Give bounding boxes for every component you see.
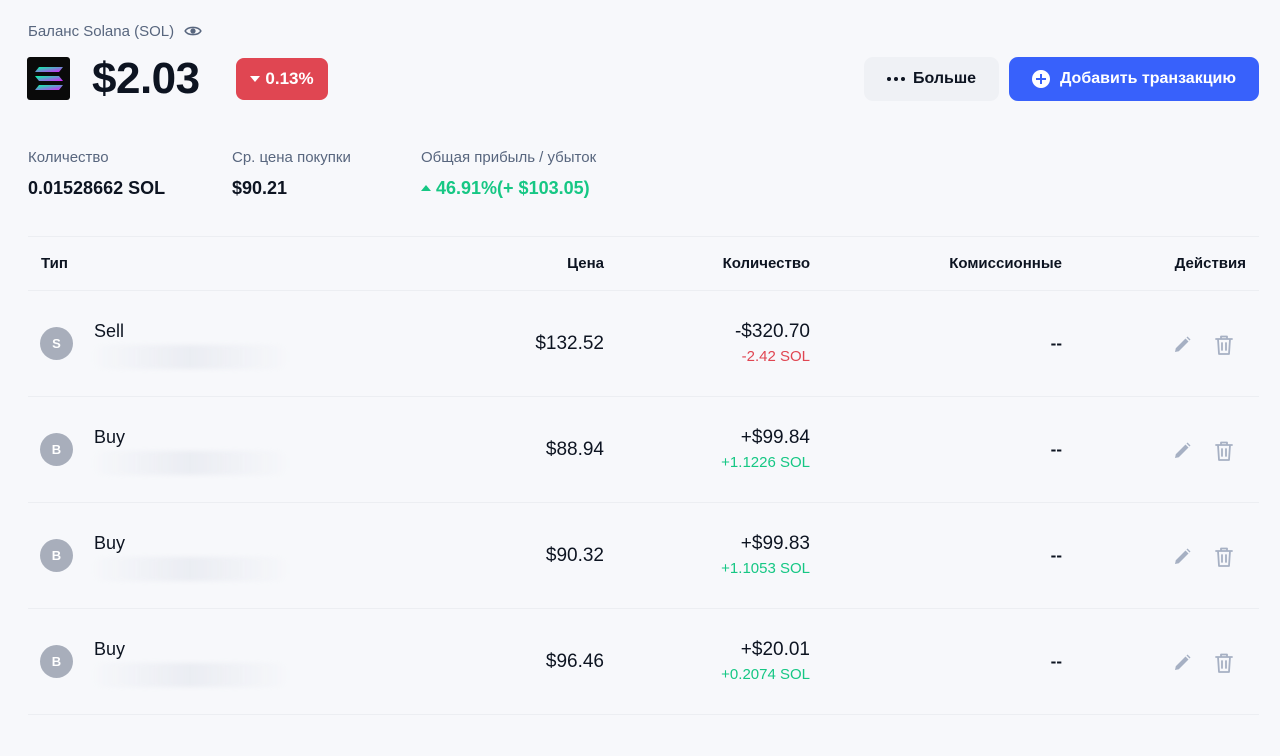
edit-icon[interactable] xyxy=(1172,653,1192,673)
trash-icon[interactable] xyxy=(1214,546,1234,568)
transaction-amount-usd: -$320.70 xyxy=(734,321,810,342)
type-avatar: B xyxy=(40,539,73,572)
more-button[interactable]: Больше xyxy=(864,57,999,101)
stat-avg-price-value: $90.21 xyxy=(232,178,288,198)
plus-circle-icon xyxy=(1031,70,1050,88)
solana-icon xyxy=(34,66,63,90)
transaction-price: $96.46 xyxy=(545,651,604,672)
transaction-amount-sol: +1.1053 SOL xyxy=(721,560,810,577)
blurred-date xyxy=(90,345,290,369)
stat-quantity-value: 0.01528662 SOL xyxy=(28,178,166,198)
trash-icon[interactable] xyxy=(1214,334,1234,356)
stat-quantity-label: Количество xyxy=(28,149,109,166)
transaction-type: Buy xyxy=(94,533,126,553)
transaction-type: Buy xyxy=(94,639,126,659)
table-row: B Buy $96.46 +$20.01 +0.2074 SOL -- xyxy=(28,609,1259,715)
transaction-fee: -- xyxy=(1050,334,1062,353)
column-fees: Комиссионные xyxy=(949,255,1062,272)
stat-avg-price: Ср. цена покупки $90.21 xyxy=(232,148,351,199)
blurred-date xyxy=(90,663,290,687)
trash-icon[interactable] xyxy=(1214,440,1234,462)
transactions-table: Тип Цена Количество Комиссионные Действи… xyxy=(28,236,1259,715)
add-transaction-label: Добавить транзакцию xyxy=(1059,70,1237,87)
stat-pnl-label: Общая прибыль / убыток xyxy=(421,149,597,166)
edit-icon[interactable] xyxy=(1172,441,1192,461)
transaction-price: $88.94 xyxy=(545,439,604,460)
transaction-fee: -- xyxy=(1050,440,1062,459)
transaction-type: Buy xyxy=(94,427,126,447)
type-avatar: B xyxy=(40,433,73,466)
type-avatar: S xyxy=(40,327,73,360)
stat-pnl-value: 46.91%(+ $103.05) xyxy=(421,177,596,199)
transaction-amount-usd: +$99.84 xyxy=(740,427,810,448)
table-row: B Buy $90.32 +$99.83 +1.1053 SOL -- xyxy=(28,503,1259,609)
edit-icon[interactable] xyxy=(1172,335,1192,355)
trash-icon[interactable] xyxy=(1214,652,1234,674)
solana-logo xyxy=(27,57,70,100)
transaction-amount-usd: +$20.01 xyxy=(740,639,810,660)
transaction-price: $90.32 xyxy=(545,545,604,566)
transaction-type: Sell xyxy=(94,321,125,341)
transaction-price: $132.52 xyxy=(535,333,604,354)
stat-pnl-text: 46.91%(+ $103.05) xyxy=(436,178,590,198)
eye-icon[interactable] xyxy=(184,22,202,40)
transaction-amount-sol: +1.1226 SOL xyxy=(721,454,810,471)
portfolio-page: Баланс Solana (SOL) $2.03 0.13% Больше Д… xyxy=(0,0,1280,756)
transaction-amount-sol: -2.42 SOL xyxy=(741,348,810,365)
balance-label-text: Баланс Solana (SOL) xyxy=(28,22,175,40)
blurred-date xyxy=(90,451,290,475)
caret-down-icon xyxy=(250,76,261,82)
table-row: S Sell $132.52 -$320.70 -2.42 SOL -- xyxy=(28,291,1259,397)
change-badge: 0.13% xyxy=(236,58,328,100)
transaction-amount-usd: +$99.83 xyxy=(740,533,810,554)
column-price: Цена xyxy=(567,255,604,272)
stat-pnl: Общая прибыль / убыток 46.91%(+ $103.05) xyxy=(421,148,596,199)
balance-label: Баланс Solana (SOL) xyxy=(28,22,202,40)
transaction-amount-sol: +0.2074 SOL xyxy=(721,666,810,683)
blurred-date xyxy=(90,557,290,581)
balance-value: $2.03 xyxy=(92,54,200,103)
change-value: 0.13% xyxy=(265,69,314,88)
transaction-fee: -- xyxy=(1050,652,1062,671)
more-dots-icon xyxy=(886,77,905,81)
caret-up-icon xyxy=(421,185,431,191)
type-avatar: B xyxy=(40,645,73,678)
table-header: Тип Цена Количество Комиссионные Действи… xyxy=(28,237,1259,291)
column-type: Тип xyxy=(41,255,68,272)
column-quantity: Количество xyxy=(722,255,810,272)
column-actions: Действия xyxy=(1174,255,1246,272)
add-transaction-button[interactable]: Добавить транзакцию xyxy=(1009,57,1259,101)
table-row: B Buy $88.94 +$99.84 +1.1226 SOL -- xyxy=(28,397,1259,503)
more-button-label: Больше xyxy=(912,70,977,87)
edit-icon[interactable] xyxy=(1172,547,1192,567)
transaction-fee: -- xyxy=(1050,546,1062,565)
stat-quantity: Количество 0.01528662 SOL xyxy=(28,148,165,199)
stat-avg-price-label: Ср. цена покупки xyxy=(232,149,351,166)
